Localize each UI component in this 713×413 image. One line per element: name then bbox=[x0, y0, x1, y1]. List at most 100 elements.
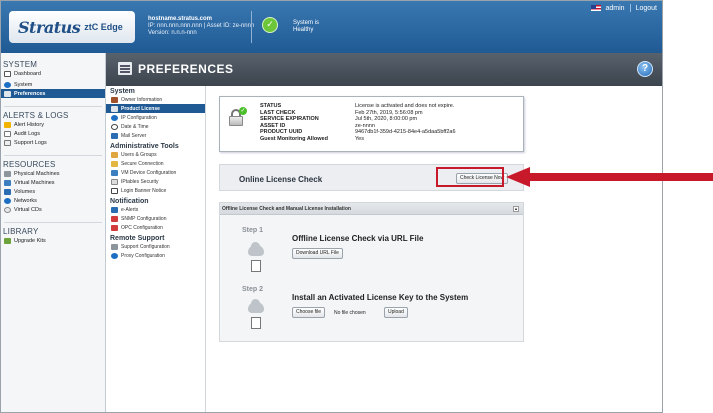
offline-license-panel: Offline License Check and Manual License… bbox=[219, 202, 524, 342]
offline-panel-title: Offline License Check and Manual License… bbox=[222, 206, 351, 212]
page-title: PREFERENCES bbox=[138, 62, 234, 76]
upload-button[interactable]: Upload bbox=[384, 307, 408, 318]
sidebar-item-networks[interactable]: Networks bbox=[1, 196, 105, 205]
preferences-subnav: System Owner Information Product License… bbox=[106, 86, 206, 412]
sidebar-item-dashboard[interactable]: Dashboard bbox=[1, 69, 105, 78]
sidebar-section-resources: RESOURCES bbox=[3, 160, 56, 169]
sidebar-item-label: Audit Logs bbox=[14, 130, 40, 137]
secure-lock-icon bbox=[111, 160, 118, 167]
sidebar-item-physical-machines[interactable]: Physical Machines bbox=[1, 169, 105, 178]
subnav-item-secure-connection[interactable]: Secure Connection bbox=[106, 159, 205, 168]
upgrade-kit-icon bbox=[4, 237, 11, 244]
page-title-bar: PREFERENCES ? bbox=[106, 53, 662, 86]
subnav-item-label: Owner Information bbox=[121, 96, 163, 103]
user-divider bbox=[629, 4, 631, 12]
support-config-icon bbox=[111, 243, 118, 250]
subnav-item-proxy-configuration[interactable]: Proxy Configuration bbox=[106, 251, 205, 260]
health-line-2: Healthy bbox=[293, 27, 314, 33]
users-icon bbox=[111, 151, 118, 158]
hostname: hostname.stratus.com bbox=[148, 16, 213, 22]
subnav-item-label: IP Configuration bbox=[121, 114, 157, 121]
subnav-group-notification: Notification bbox=[110, 198, 149, 205]
alert-icon bbox=[4, 121, 11, 128]
subnav-item-label: Support Configuration bbox=[121, 243, 170, 250]
sidebar-item-audit-logs[interactable]: Audit Logs bbox=[1, 129, 105, 138]
audit-icon bbox=[4, 130, 11, 137]
license-keys: STATUS LAST CHECK SERVICE EXPIRATION ASS… bbox=[260, 103, 328, 142]
step-1-title: Offline License Check via URL File bbox=[292, 234, 424, 243]
value-product-uuid: 9467db1f-359d-4215-84e4-a5daa5bff2a6 bbox=[355, 129, 456, 135]
subnav-item-iptables-security[interactable]: IPtables Security bbox=[106, 177, 205, 186]
sidebar-item-label: Support Logs bbox=[14, 139, 47, 146]
subnav-item-ip-configuration[interactable]: IP Configuration bbox=[106, 113, 205, 122]
proxy-icon bbox=[111, 252, 118, 259]
highlight-box bbox=[436, 167, 504, 187]
us-flag-icon[interactable] bbox=[590, 5, 601, 11]
sidebar-divider bbox=[4, 222, 102, 223]
subnav-item-product-license[interactable]: Product License bbox=[106, 104, 205, 113]
sidebar-item-label: Physical Machines bbox=[14, 170, 60, 177]
stratus-logo: Stratus ztC Edge bbox=[9, 11, 135, 43]
cloud-download-icon bbox=[243, 242, 270, 276]
health-status: System is Healthy bbox=[293, 20, 319, 34]
ip-config-icon bbox=[111, 114, 118, 121]
cd-icon bbox=[4, 206, 11, 213]
host-info: hostname.stratus.com IP: nnn.nnn.nnn.nnn… bbox=[148, 16, 254, 37]
mail-icon bbox=[111, 132, 118, 139]
sidebar-item-label: Dashboard bbox=[14, 70, 41, 77]
subnav-item-support-configuration[interactable]: Support Configuration bbox=[106, 242, 205, 251]
subnav-item-e-alerts[interactable]: e-Alerts bbox=[106, 205, 205, 214]
iptables-icon bbox=[111, 178, 118, 185]
subnav-group-admin-tools: Administrative Tools bbox=[110, 143, 179, 150]
sidebar-item-label: Volumes bbox=[14, 188, 36, 195]
brand-name: Stratus bbox=[18, 17, 81, 37]
sidebar-item-virtual-cds[interactable]: Virtual CDs bbox=[1, 205, 105, 214]
sidebar-item-support-logs[interactable]: Support Logs bbox=[1, 138, 105, 147]
sidebar-divider bbox=[4, 106, 102, 107]
subnav-item-owner-information[interactable]: Owner Information bbox=[106, 95, 205, 104]
sidebar-item-label: Preferences bbox=[14, 90, 46, 97]
sidebar-section-system: SYSTEM bbox=[3, 60, 38, 69]
subnav-item-date-time[interactable]: Date & Time bbox=[106, 122, 205, 131]
sidebar-divider bbox=[4, 155, 102, 156]
health-line-1: System is bbox=[293, 20, 320, 26]
subnav-item-label: IPtables Security bbox=[121, 178, 159, 185]
subnav-item-users-groups[interactable]: Users & Groups bbox=[106, 150, 205, 159]
subnav-item-vm-device-configuration[interactable]: VM Device Configuration bbox=[106, 168, 205, 177]
sidebar-section-library: LIBRARY bbox=[3, 227, 39, 236]
subnav-group-system: System bbox=[110, 88, 135, 95]
subnav-item-mail-server[interactable]: Mail Server bbox=[106, 131, 205, 140]
clock-icon bbox=[111, 123, 118, 130]
version-line: Version: n.n.n-nnn bbox=[148, 30, 197, 36]
sidebar-item-volumes[interactable]: Volumes bbox=[1, 187, 105, 196]
preferences-icon bbox=[4, 90, 11, 97]
subnav-item-opc-configuration[interactable]: OPC Configuration bbox=[106, 223, 205, 232]
subnav-item-label: SNMP Configuration bbox=[121, 215, 167, 222]
subnav-item-label: Login Banner Notice bbox=[121, 187, 167, 194]
subnav-item-snmp-configuration[interactable]: SNMP Configuration bbox=[106, 214, 205, 223]
sidebar-item-upgrade-kits[interactable]: Upgrade Kits bbox=[1, 236, 105, 245]
owner-icon bbox=[111, 96, 118, 103]
collapse-icon[interactable]: ▲ bbox=[513, 206, 519, 212]
subnav-item-login-banner-notice[interactable]: Login Banner Notice bbox=[106, 186, 205, 195]
license-icon bbox=[111, 105, 118, 112]
sidebar-item-system[interactable]: System bbox=[1, 80, 105, 89]
physical-machine-icon bbox=[4, 170, 11, 177]
key-guest-monitoring: Guest Monitoring Allowed bbox=[260, 135, 328, 142]
sidebar-item-alert-history[interactable]: Alert History bbox=[1, 120, 105, 129]
sidebar-item-preferences[interactable]: Preferences bbox=[1, 89, 105, 98]
subnav-item-label: VM Device Configuration bbox=[121, 169, 177, 176]
help-icon[interactable]: ? bbox=[637, 61, 653, 77]
healthy-check-icon: ✓ bbox=[262, 17, 278, 33]
sidebar-item-virtual-machines[interactable]: Virtual Machines bbox=[1, 178, 105, 187]
step-2-title: Install an Activated License Key to the … bbox=[292, 293, 469, 302]
license-content: ✓ STATUS LAST CHECK SERVICE EXPIRATION A… bbox=[207, 86, 662, 412]
download-url-file-button[interactable]: Download URL File bbox=[292, 248, 343, 259]
subnav-item-label: Date & Time bbox=[121, 123, 149, 130]
step-1-label: Step 1 bbox=[242, 227, 264, 234]
choose-file-button[interactable]: Choose file bbox=[292, 307, 326, 318]
offline-panel-header[interactable]: Offline License Check and Manual License… bbox=[220, 203, 523, 215]
logout-link[interactable]: Logout bbox=[636, 5, 657, 12]
user-name[interactable]: admin bbox=[606, 5, 625, 12]
no-file-chosen-text: No file chosen bbox=[334, 310, 366, 316]
